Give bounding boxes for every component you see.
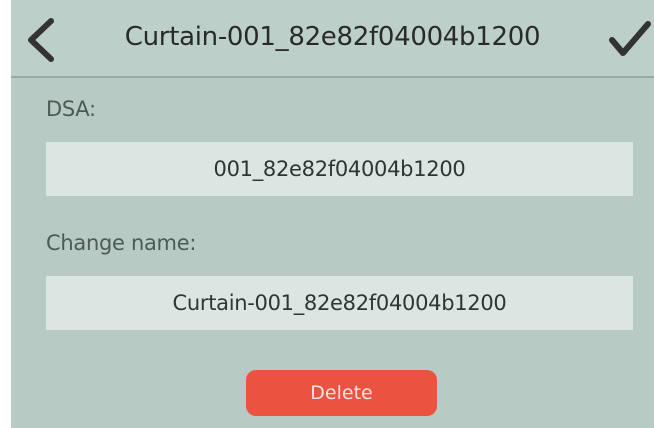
header-bar: Curtain-001_82e82f04004b1200 [11, 0, 654, 78]
delete-button[interactable]: Delete [246, 370, 437, 416]
back-button[interactable] [21, 17, 61, 63]
dsa-value-field: 001_82e82f04004b1200 [46, 142, 633, 196]
change-name-input[interactable] [46, 276, 633, 330]
device-settings-screen: Curtain-001_82e82f04004b1200 DSA: 001_82… [11, 0, 654, 428]
page-title: Curtain-001_82e82f04004b1200 [124, 22, 541, 52]
confirm-button[interactable] [608, 19, 652, 59]
change-name-label: Change name: [46, 231, 197, 255]
chevron-left-icon [28, 18, 54, 62]
dsa-label: DSA: [46, 97, 96, 121]
checkmark-icon [609, 21, 651, 56]
